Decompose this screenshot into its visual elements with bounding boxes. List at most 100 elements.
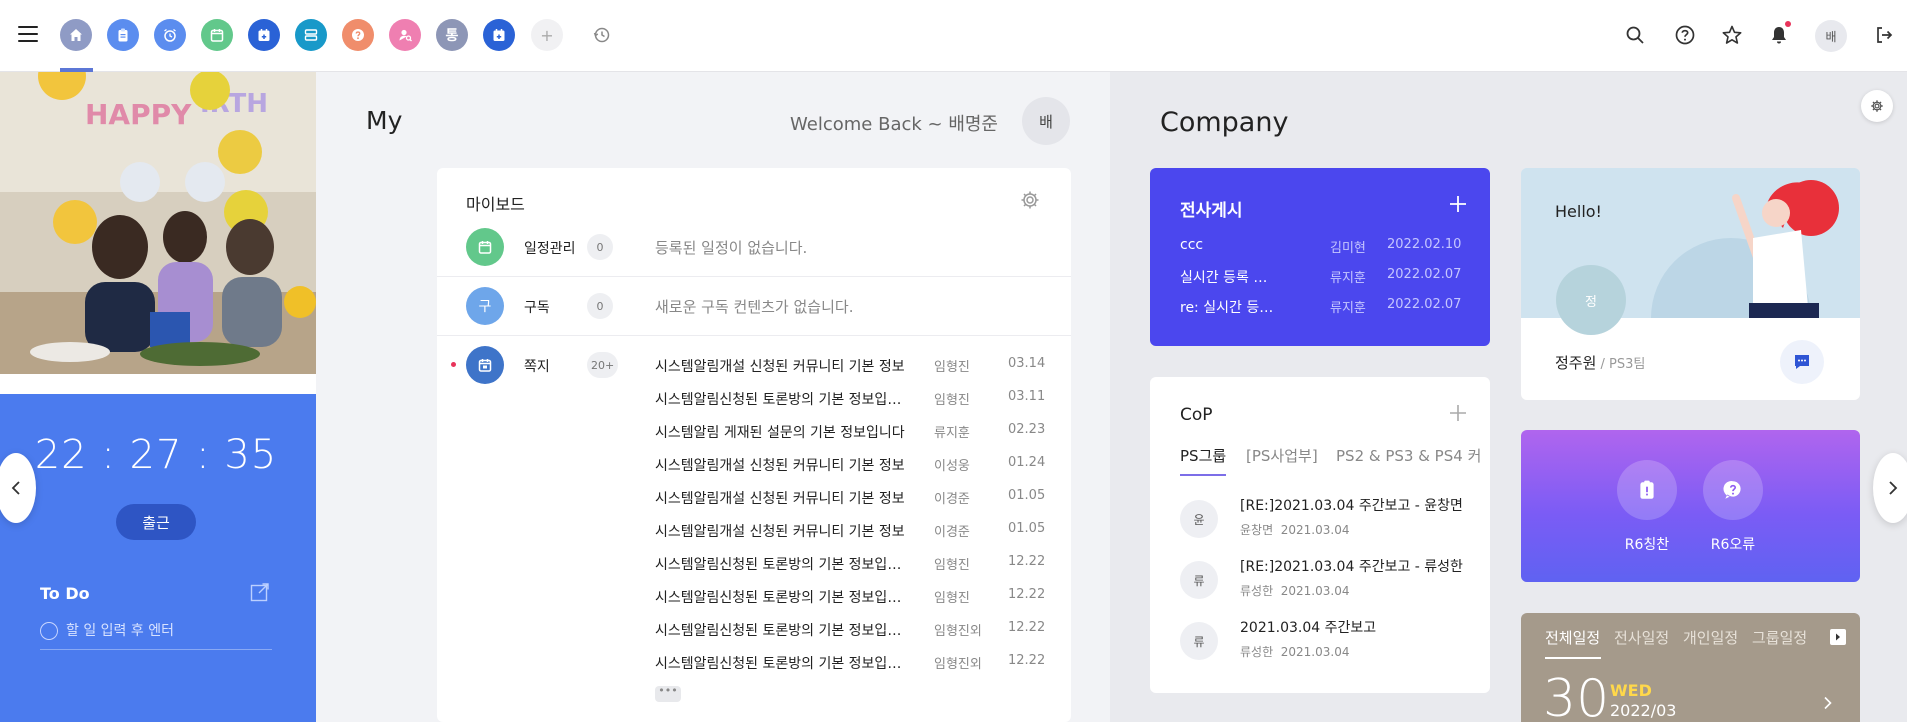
- badge-alert-icon[interactable]: [1617, 460, 1677, 520]
- home-icon[interactable]: [60, 19, 92, 51]
- post-date: 2021.03.04: [1280, 645, 1350, 659]
- schedule-year-month: 2022/03: [1610, 701, 1677, 720]
- next-arrow-button[interactable]: [1873, 453, 1907, 523]
- settings-icon[interactable]: [1861, 90, 1893, 122]
- clipboard-icon[interactable]: [107, 19, 139, 51]
- svg-text:HAPPY: HAPPY: [85, 98, 192, 131]
- author-avatar: 윤: [1180, 500, 1218, 538]
- kanban-icon[interactable]: [295, 19, 327, 51]
- text-avatar-icon[interactable]: 통: [436, 19, 468, 51]
- my-board-row-schedule[interactable]: 일정관리 0 등록된 일정이 없습니다.: [437, 218, 1071, 277]
- todo-title: To Do: [40, 584, 90, 603]
- unread-dot: [451, 362, 456, 367]
- chat-button[interactable]: [1780, 340, 1824, 384]
- memo-date: 12.22: [1008, 554, 1046, 569]
- memo-item[interactable]: 시스템알림신청된 토론방의 기본 정보입니다 임형진 12.22: [655, 554, 1045, 587]
- profile-name: 정주원: [1555, 354, 1597, 372]
- memo-title: 시스템알림개설 신청된 커뮤니티 기본 정보: [655, 359, 905, 375]
- my-section-title: My: [366, 106, 403, 135]
- memo-item[interactable]: 시스템알림 게재된 설문의 기본 정보입니다 류지훈 02.23: [655, 422, 1045, 455]
- memo-item[interactable]: 시스템알림개설 신청된 커뮤니티 기본 정보 이성웅 01.24: [655, 455, 1045, 488]
- memo-author: 임형진: [934, 360, 970, 375]
- subscribe-icon: 구: [466, 287, 504, 325]
- schedule-tab[interactable]: 개인일정: [1683, 627, 1738, 648]
- todo-checkbox-icon: [40, 622, 58, 640]
- person-search-icon[interactable]: [389, 19, 421, 51]
- memo-item[interactable]: 시스템알림개설 신청된 커뮤니티 기본 정보 이경준 01.05: [655, 488, 1045, 521]
- todo-input[interactable]: 할 일 입력 후 엔터: [40, 620, 272, 650]
- my-board-title: 마이보드: [466, 195, 525, 214]
- schedule-card: 전체일정 전사일정 개인일정 그룹일정 30 WED 2022/03: [1521, 613, 1860, 722]
- chevron-right-icon[interactable]: [1821, 695, 1835, 710]
- memo-item[interactable]: 시스템알림신청된 토론방의 기본 정보입니다 임형진 12.22: [655, 587, 1045, 620]
- memo-item[interactable]: 시스템알림신청된 토론방의 기본 정보입니다 임형진외 12.22: [655, 653, 1045, 686]
- greeting: Hello!: [1555, 202, 1602, 221]
- more-button[interactable]: •••: [655, 685, 681, 702]
- calendar-plus-icon[interactable]: [248, 19, 280, 51]
- my-board-row-subscribe[interactable]: 구 구독 0 새로운 구독 컨텐츠가 없습니다.: [437, 277, 1071, 336]
- history-icon[interactable]: [589, 22, 615, 48]
- calendar-plus-icon[interactable]: [483, 19, 515, 51]
- add-icon[interactable]: [1448, 403, 1468, 423]
- help-bubble-icon[interactable]: [1703, 460, 1763, 520]
- author-avatar: 류: [1180, 622, 1218, 660]
- row-label: 일정관리: [524, 241, 576, 257]
- star-icon[interactable]: [1719, 22, 1745, 48]
- quick-link-label[interactable]: R6오류: [1693, 534, 1773, 554]
- memo-author: 임형진: [934, 393, 970, 408]
- welcome-text: Welcome Back ~ 배명준: [790, 114, 998, 135]
- user-avatar[interactable]: 배: [1815, 20, 1847, 52]
- memo-date: 01.05: [1008, 521, 1046, 536]
- cop-post[interactable]: 윤 [RE:]2021.03.04 주간보고 - 윤창면 윤창면 2021.03…: [1180, 495, 1470, 545]
- alarm-clock-icon[interactable]: [154, 19, 186, 51]
- add-icon[interactable]: [1448, 194, 1468, 214]
- post-title: re: 실시간 등록 테스트: [1180, 300, 1280, 316]
- check-in-button[interactable]: 출근: [116, 504, 196, 540]
- memo-title: 시스템알림신청된 토론방의 기본 정보입니다: [655, 623, 913, 639]
- question-icon[interactable]: [342, 19, 374, 51]
- cop-tab[interactable]: PS2 & PS3 & PS4 커뮤니티: [1336, 445, 1480, 466]
- cop-tab[interactable]: PS그룹: [1180, 445, 1226, 466]
- settings-icon[interactable]: [1020, 190, 1040, 210]
- post-title: [RE:]2021.03.04 주간보고 - 윤창면: [1240, 498, 1463, 514]
- calendar-plus-icon: [466, 346, 504, 384]
- my-avatar[interactable]: 배: [1022, 97, 1070, 145]
- photo-border: [0, 374, 316, 394]
- top-bar: 통 + 배: [0, 0, 1907, 72]
- memo-item[interactable]: 시스템알림개설 신청된 커뮤니티 기본 정보 이경준 01.05: [655, 521, 1045, 554]
- add-app-icon[interactable]: +: [531, 19, 563, 51]
- post-date: 2021.03.04: [1280, 523, 1350, 537]
- todo-placeholder: 할 일 입력 후 엔터: [66, 623, 174, 639]
- post-author: 류지훈: [1330, 301, 1366, 316]
- menu-icon[interactable]: [18, 26, 38, 42]
- profile-photo: HAPPY IRTH: [0, 72, 316, 374]
- cop-post[interactable]: 류 2021.03.04 주간보고 류성한 2021.03.04: [1180, 617, 1470, 667]
- row-label: 구독: [524, 300, 550, 316]
- quick-link-label[interactable]: R6칭찬: [1607, 534, 1687, 554]
- cop-card: CoP PS그룹 [PS사업부] PS2 & PS3 & PS4 커뮤니티 윤 …: [1150, 377, 1490, 693]
- schedule-tab[interactable]: 전사일정: [1614, 627, 1669, 648]
- search-icon[interactable]: [1622, 22, 1648, 48]
- memo-item[interactable]: 시스템알림신청된 토론방의 기본 정보입니다 임형진 03.11: [655, 389, 1045, 422]
- memo-title: 시스템알림 게재된 설문의 기본 정보입니다: [655, 425, 905, 441]
- external-link-icon[interactable]: [250, 582, 270, 602]
- calendar-icon[interactable]: [201, 19, 233, 51]
- memo-date: 12.22: [1008, 653, 1046, 668]
- profile-avatar[interactable]: 정: [1556, 265, 1626, 335]
- memo-title: 시스템알림신청된 토론방의 기본 정보입니다: [655, 557, 913, 573]
- memo-item[interactable]: 시스템알림신청된 토론방의 기본 정보입니다 임형진외 12.22: [655, 620, 1045, 653]
- company-board-title: 전사게시: [1180, 201, 1243, 221]
- post-date: 2022.02.10: [1387, 237, 1462, 252]
- memo-date: 03.14: [1008, 356, 1046, 371]
- schedule-tab[interactable]: 전체일정: [1545, 627, 1600, 648]
- logout-icon[interactable]: [1871, 22, 1897, 48]
- cop-tab[interactable]: [PS사업부]: [1246, 445, 1318, 466]
- clock: 22 : 27 : 35: [34, 432, 278, 478]
- tab-scroll-right-icon[interactable]: [1830, 629, 1846, 645]
- memo-item[interactable]: 시스템알림개설 신청된 커뮤니티 기본 정보 임형진 03.14: [655, 356, 1045, 389]
- post-author: 류성한: [1240, 645, 1274, 659]
- memo-author: 임형진외: [934, 624, 982, 639]
- cop-post[interactable]: 류 [RE:]2021.03.04 주간보고 - 류성한 류성한 2021.03…: [1180, 556, 1470, 606]
- schedule-tab[interactable]: 그룹일정: [1752, 627, 1807, 648]
- help-icon[interactable]: [1672, 22, 1698, 48]
